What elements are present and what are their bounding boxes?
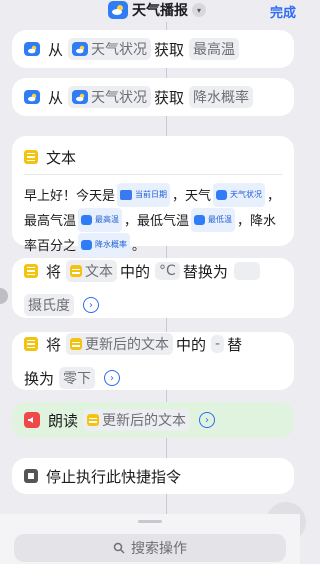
replacement-value[interactable]: 零下 <box>59 367 96 389</box>
calendar-icon <box>120 190 133 200</box>
weather-icon <box>81 215 93 225</box>
token-label: 更新后的文本 <box>102 413 187 429</box>
text-variable-token[interactable]: 文本 <box>66 260 118 282</box>
replacement-value[interactable]: 摄氏度 <box>24 294 74 316</box>
verb-label: 将 <box>46 262 62 281</box>
weather-icon <box>216 190 228 200</box>
shortcut-title: 天气播报 <box>132 3 188 19</box>
updated-text-token[interactable]: 更新后的文本 <box>83 409 191 431</box>
action-text[interactable]: 文本 早上好！今天是 当前日期 ，天气 天气状况 ，最高气温 最高温 ，最低气温 最低温 ，降水… <box>12 136 294 257</box>
search-icon <box>113 542 125 554</box>
text-icon <box>70 338 83 350</box>
rain-chance-token[interactable]: 降水概率 <box>78 233 131 257</box>
search-actions-bar[interactable]: 搜索操作 <box>14 534 286 562</box>
token-label: 天气状况 <box>230 190 263 199</box>
in-label: 中的 <box>176 335 207 354</box>
expand-arrow-icon[interactable]: › <box>104 370 121 386</box>
token-label: 文本 <box>85 264 114 280</box>
in-label: 中的 <box>120 262 151 281</box>
weather-icon <box>81 240 93 250</box>
token-label: 最低温 <box>208 215 233 224</box>
done-button[interactable]: 完成 <box>270 2 296 21</box>
text-icon <box>87 414 100 426</box>
weather-app-icon <box>108 1 128 19</box>
token-label: 最高温 <box>95 215 120 224</box>
detail-parameter[interactable]: 降水概率 <box>189 86 254 108</box>
find-parameter[interactable]: - <box>211 335 225 353</box>
token-label: 降水概率 <box>95 240 128 249</box>
drag-handle[interactable] <box>138 520 162 523</box>
text-segment: 早上好！今天是 <box>24 189 116 204</box>
stop-label: 停止执行此快捷指令 <box>46 467 182 486</box>
weather-icon <box>72 90 89 104</box>
text-action-header: 文本 <box>24 144 282 170</box>
updated-text-token[interactable]: 更新后的文本 <box>66 333 174 355</box>
action-list: 从 天气状况 获取 最高温 从 天气状况 获取 降水概率 文本 早上好！今天是 当… <box>8 22 294 542</box>
replace-label: 替 <box>227 335 243 354</box>
low-temp-token[interactable]: 最低温 <box>191 208 236 232</box>
text-icon <box>24 150 38 164</box>
replacement-field[interactable] <box>233 262 260 280</box>
text-segment: ，天气 <box>172 189 212 204</box>
weather-variable-token[interactable]: 天气状况 <box>68 38 152 60</box>
verb-label: 从 <box>48 88 64 107</box>
stop-icon <box>24 469 38 483</box>
text-icon <box>24 264 38 278</box>
action-replace-celsius[interactable]: 将 文本 中的 °C 替换为 摄氏度 › <box>12 258 294 318</box>
action-replace-minus[interactable]: 将 更新后的文本 中的 - 替 换为 零下 › <box>12 332 294 390</box>
shortcut-title-menu[interactable]: 天气播报 ▾ <box>108 0 206 20</box>
speak-label: 朗读 <box>48 411 79 430</box>
text-segment: ，最低气温 <box>124 214 190 229</box>
text-icon <box>24 337 38 351</box>
high-temp-token[interactable]: 最高温 <box>78 208 123 232</box>
verb-label: 从 <box>48 40 64 59</box>
text-segment: 。 <box>132 239 146 254</box>
detail-parameter[interactable]: 最高温 <box>189 38 240 60</box>
chevron-down-icon[interactable]: ▾ <box>192 3 206 17</box>
get-label: 获取 <box>154 88 185 107</box>
expand-arrow-icon[interactable]: › <box>83 297 99 313</box>
text-body[interactable]: 早上好！今天是 当前日期 ，天气 天气状况 ，最高气温 最高温 ，最低气温 最低温 ，降水率百分… <box>24 179 282 262</box>
edge-handle[interactable] <box>0 288 8 304</box>
token-label: 当前日期 <box>135 190 168 199</box>
weather-icon <box>194 215 206 225</box>
divider <box>24 174 282 175</box>
search-label: 搜索操作 <box>131 541 187 557</box>
weather-icon <box>24 42 40 56</box>
top-bar: 天气播报 ▾ 完成 <box>0 0 300 21</box>
speaker-icon <box>24 412 40 428</box>
replace-with-label: 替换为 <box>182 262 228 281</box>
text-action-label: 文本 <box>46 148 77 167</box>
action-get-detail-high[interactable]: 从 天气状况 获取 最高温 <box>12 30 294 68</box>
token-label: 天气状况 <box>91 90 148 106</box>
action-get-detail-rain[interactable]: 从 天气状况 获取 降水概率 <box>12 78 294 116</box>
get-label: 获取 <box>154 40 185 59</box>
find-parameter[interactable]: °C <box>155 262 180 280</box>
action-search-panel: 搜索操作 <box>0 514 300 564</box>
token-label: 更新后的文本 <box>85 337 170 353</box>
weather-icon <box>24 90 40 104</box>
weather-variable-token[interactable]: 天气状况 <box>68 86 152 108</box>
text-icon <box>70 265 83 277</box>
weather-icon <box>72 42 89 56</box>
expand-arrow-icon[interactable]: › <box>199 412 216 428</box>
weather-condition-token[interactable]: 天气状况 <box>213 183 266 207</box>
verb-label: 将 <box>46 335 62 354</box>
action-stop-shortcut[interactable]: 停止执行此快捷指令 <box>12 458 294 494</box>
current-date-token[interactable]: 当前日期 <box>117 183 171 207</box>
token-label: 天气状况 <box>91 42 148 58</box>
action-speak[interactable]: 朗读 更新后的文本 › <box>12 402 294 438</box>
replace-label-cont: 换为 <box>24 369 55 388</box>
